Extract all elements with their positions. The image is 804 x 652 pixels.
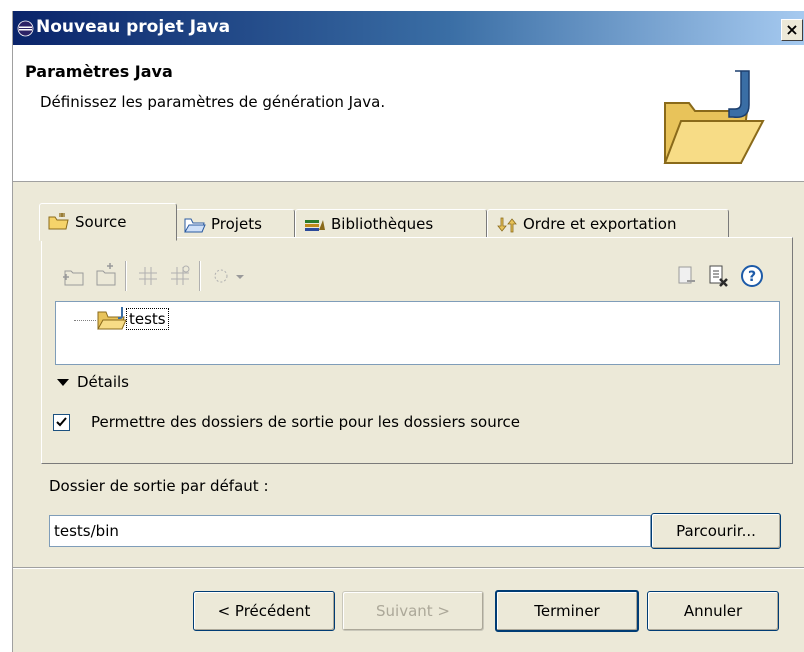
details-toggle[interactable]: Détails <box>57 373 129 391</box>
eclipse-icon <box>17 20 34 37</box>
button-bar-separator <box>13 567 804 569</box>
tab-source[interactable]: Source <box>39 203 177 241</box>
dialog-window: Nouveau projet Java × Paramètres Java Dé… <box>12 11 804 652</box>
finish-button[interactable]: Terminer <box>495 590 639 632</box>
add-folder-icon[interactable] <box>61 263 87 289</box>
finish-label: Terminer <box>534 602 600 620</box>
window-title: Nouveau projet Java <box>36 17 231 37</box>
allow-output-folders-checkbox[interactable] <box>53 414 70 431</box>
source-folder-icon <box>48 212 69 229</box>
page-description: Définissez les paramètres de génération … <box>40 93 386 111</box>
link-folder-icon[interactable] <box>93 263 119 289</box>
browse-button[interactable]: Parcourir... <box>651 513 781 549</box>
projects-folder-icon <box>184 218 206 232</box>
source-toolbar: ? <box>55 255 778 301</box>
wizard-header: Paramètres Java Définissez les paramètre… <box>13 45 804 182</box>
output-folder-input[interactable]: tests/bin <box>49 515 651 547</box>
configure-icon[interactable] <box>209 263 235 289</box>
next-button[interactable]: Suivant > <box>342 591 484 631</box>
browse-label: Parcourir... <box>676 522 756 540</box>
cancel-label: Annuler <box>683 602 743 620</box>
back-button[interactable]: < Précédent <box>193 591 335 631</box>
tab-projects-label: Projets <box>211 215 262 233</box>
chevron-down-icon[interactable] <box>233 263 247 289</box>
title-bar[interactable]: Nouveau projet Java × <box>13 11 804 45</box>
cancel-button[interactable]: Annuler <box>647 591 779 631</box>
order-export-icon <box>497 217 517 232</box>
checkmark-icon <box>56 417 67 427</box>
tab-order-export[interactable]: Ordre et exportation <box>487 209 729 240</box>
remove-source-icon[interactable] <box>705 263 731 289</box>
page-title: Paramètres Java <box>25 62 173 81</box>
close-button[interactable]: × <box>781 19 803 41</box>
next-label: Suivant > <box>376 602 450 620</box>
help-icon[interactable]: ? <box>739 263 765 289</box>
allow-output-folders-label: Permettre des dossiers de sortie pour le… <box>91 413 521 431</box>
expand-triangle-icon <box>57 379 69 386</box>
toolbar-separator <box>199 261 201 291</box>
tab-source-label: Source <box>75 212 127 231</box>
toolbar-separator <box>125 261 127 291</box>
tab-order-export-label: Ordre et exportation <box>523 215 677 233</box>
tree-connector <box>74 320 96 321</box>
svg-text:?: ? <box>748 269 756 285</box>
output-folder-label: Dossier de sortie par défaut : <box>49 477 269 495</box>
source-folder-tree[interactable]: tests <box>55 301 780 365</box>
tree-item-tests[interactable]: tests <box>126 308 169 330</box>
tab-libraries[interactable]: Bibliothèques <box>295 209 487 240</box>
tab-libraries-label: Bibliothèques <box>331 215 434 233</box>
link-source-icon[interactable] <box>673 263 699 289</box>
edit-output-icon[interactable] <box>167 263 193 289</box>
back-label: < Précédent <box>217 602 311 620</box>
details-label: Détails <box>77 373 130 391</box>
close-icon: × <box>785 20 799 39</box>
tab-projects[interactable]: Projets <box>175 209 295 240</box>
edit-inclusion-icon[interactable] <box>135 263 161 289</box>
libraries-icon <box>305 219 325 231</box>
java-folder-banner-icon <box>663 70 765 164</box>
